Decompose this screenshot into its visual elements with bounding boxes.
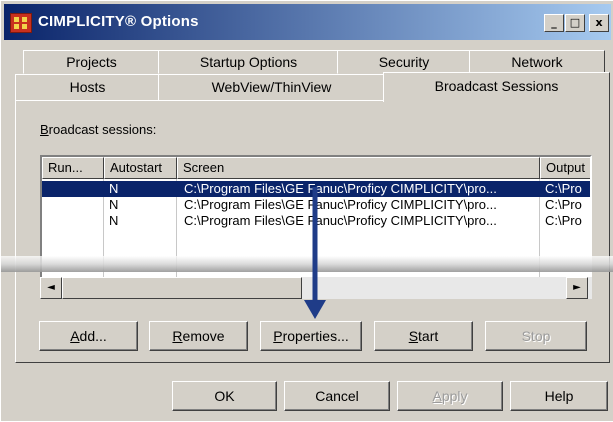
tab-broadcast-sessions[interactable]: Broadcast Sessions bbox=[383, 72, 610, 102]
annotation-arrow-icon bbox=[304, 187, 326, 319]
options-dialog: CIMPLICITY® Options _ □ x Projects Start… bbox=[0, 0, 613, 421]
